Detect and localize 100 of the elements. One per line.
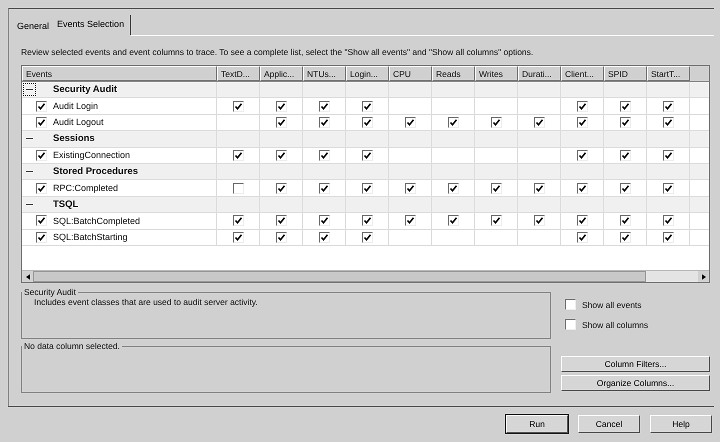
checkbox-label[interactable]: Show all columns	[582, 320, 648, 330]
checkbox[interactable]	[620, 215, 630, 226]
checkbox[interactable]	[362, 215, 372, 226]
event-label: Audit Logout	[53, 117, 104, 128]
column-header[interactable]: Login...	[346, 66, 389, 81]
checkbox[interactable]	[276, 100, 286, 112]
right-arrow-icon[interactable]	[702, 274, 706, 280]
checkbox[interactable]	[620, 100, 630, 112]
event-label: Audit Login	[53, 101, 98, 112]
column-header[interactable]: StartT...	[647, 66, 690, 81]
column-header[interactable]: Client...	[561, 66, 604, 81]
column-header[interactable]: NTUs...	[303, 66, 346, 81]
checkbox[interactable]	[490, 182, 502, 194]
checkbox[interactable]	[276, 116, 286, 128]
checkbox[interactable]	[448, 182, 458, 194]
tab[interactable]: General	[13, 19, 54, 33]
instructions-text: Review selected events and event columns to trace. To see a complete list, select the "Show all events" and "Show all columns" options.	[21, 47, 534, 57]
checkbox[interactable]	[232, 100, 244, 112]
checkbox[interactable]	[620, 182, 630, 194]
collapse-icon[interactable]	[24, 84, 35, 96]
checkbox[interactable]	[662, 150, 674, 161]
checkbox[interactable]	[576, 232, 588, 243]
dialog-button[interactable]: Run	[506, 415, 568, 433]
left-arrow-icon[interactable]	[26, 274, 30, 280]
checkbox[interactable]	[318, 182, 330, 194]
dialog-button[interactable]: Help	[650, 415, 712, 433]
group-title: Security Audit	[23, 287, 77, 297]
dialog-button[interactable]: Cancel	[578, 415, 640, 433]
tab[interactable]: Events Selection	[53, 15, 132, 35]
column-header[interactable]: Reads	[432, 66, 475, 81]
checkbox[interactable]	[576, 116, 588, 128]
checkbox[interactable]	[490, 116, 502, 128]
checkbox[interactable]	[662, 100, 674, 112]
group-title: No data column selected.	[23, 341, 121, 351]
checkbox[interactable]	[565, 299, 576, 310]
checkbox[interactable]	[576, 215, 588, 226]
column-header[interactable]: Applic...	[260, 66, 303, 81]
category-label: Sessions	[53, 133, 95, 144]
checkbox[interactable]	[362, 182, 372, 194]
category-label: Security Audit	[53, 84, 118, 96]
checkbox[interactable]	[36, 100, 47, 112]
checkbox[interactable]	[448, 116, 458, 128]
event-label: SQL:BatchCompleted	[53, 216, 140, 226]
checkbox[interactable]	[404, 182, 416, 194]
checkbox[interactable]	[576, 150, 588, 161]
column-header[interactable]: Durati...	[518, 66, 561, 81]
category-label: TSQL	[53, 198, 78, 210]
event-label: SQL:BatchStarting	[53, 232, 128, 242]
checkbox[interactable]	[534, 116, 544, 128]
checkbox[interactable]	[362, 150, 372, 161]
checkbox[interactable]	[404, 215, 416, 226]
checkbox[interactable]	[276, 150, 286, 161]
checkbox[interactable]	[534, 182, 544, 194]
checkbox[interactable]	[232, 215, 244, 226]
event-label: RPC:Completed	[53, 183, 118, 194]
checkbox[interactable]	[620, 150, 630, 161]
checkbox[interactable]	[232, 232, 244, 243]
checkbox[interactable]	[662, 116, 674, 128]
checkbox[interactable]	[276, 182, 286, 194]
checkbox[interactable]	[534, 215, 544, 226]
column-header[interactable]: TextD...	[217, 66, 260, 81]
checkbox[interactable]	[576, 182, 588, 194]
description-text: Includes event classes that are used to audit server activity.	[33, 297, 259, 307]
column-header[interactable]: Events	[22, 66, 217, 81]
horizontal-scrollbar[interactable]	[22, 270, 709, 282]
event-label: ExistingConnection	[53, 150, 130, 160]
checkbox[interactable]	[318, 150, 330, 161]
checkbox[interactable]	[490, 215, 502, 226]
dialog-button[interactable]: Organize Columns...	[561, 375, 710, 391]
category-label: Stored Procedures	[53, 166, 138, 178]
checkbox[interactable]	[318, 100, 330, 112]
checkbox[interactable]	[662, 182, 674, 194]
checkbox[interactable]	[276, 215, 286, 226]
checkbox[interactable]	[362, 116, 372, 128]
checkbox[interactable]	[565, 319, 576, 330]
column-header[interactable]: SPID	[604, 66, 647, 81]
checkbox[interactable]	[36, 116, 47, 128]
checkbox[interactable]	[448, 215, 458, 226]
checkbox[interactable]	[36, 215, 47, 226]
checkbox[interactable]	[662, 232, 674, 243]
checkbox[interactable]	[620, 232, 630, 243]
checkbox[interactable]	[232, 150, 244, 161]
column-header[interactable]: CPU	[389, 66, 432, 81]
checkbox[interactable]	[362, 100, 372, 112]
checkbox[interactable]	[576, 100, 588, 112]
checkbox[interactable]	[620, 116, 630, 128]
column-header[interactable]: Writes	[475, 66, 518, 81]
checkbox[interactable]	[318, 215, 330, 226]
checkbox[interactable]	[36, 232, 47, 243]
checkbox[interactable]	[318, 116, 330, 128]
dialog-button[interactable]: Column Filters...	[561, 356, 710, 372]
checkbox-label[interactable]: Show all events	[582, 300, 642, 310]
checkbox[interactable]	[36, 150, 47, 161]
checkbox[interactable]	[362, 232, 372, 243]
checkbox[interactable]	[276, 232, 286, 243]
checkbox[interactable]	[232, 182, 244, 194]
checkbox[interactable]	[318, 232, 330, 243]
checkbox[interactable]	[36, 182, 47, 194]
checkbox[interactable]	[404, 116, 416, 128]
checkbox[interactable]	[662, 215, 674, 226]
